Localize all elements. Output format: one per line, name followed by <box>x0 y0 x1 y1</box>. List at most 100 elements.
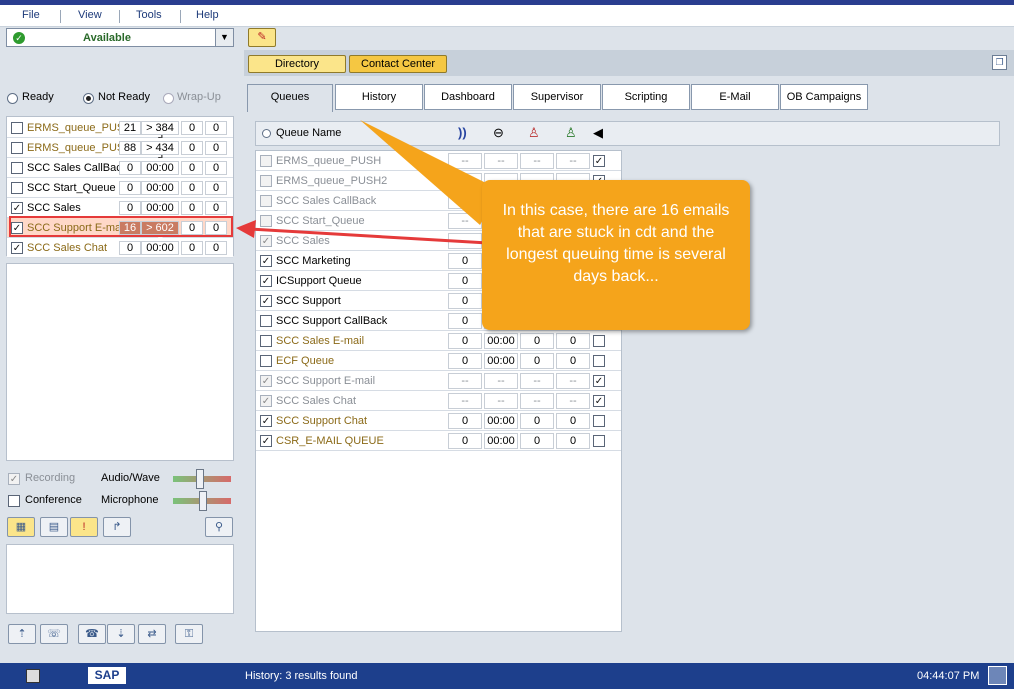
audio-slider-handle[interactable] <box>196 469 204 489</box>
row-checkbox[interactable] <box>11 162 23 174</box>
tab-history[interactable]: History <box>335 84 423 110</box>
queue-metric: 0 <box>448 253 482 269</box>
tab-directory[interactable]: Directory <box>248 55 346 73</box>
menu-help[interactable]: Help <box>196 9 219 21</box>
queue-metric: > 384 d <box>141 121 179 146</box>
row-checkbox[interactable]: ✓ <box>260 255 272 267</box>
queue-metric: 0 <box>181 121 203 135</box>
list-item[interactable]: ERMS_queue_PUSH21> 384 d00 <box>7 118 233 146</box>
not-ready-radio[interactable] <box>83 93 94 104</box>
queue-metric: 00:00 <box>141 241 179 255</box>
microphone-slider-handle[interactable] <box>199 491 207 511</box>
queue-name: ERMS_queue_PUSH <box>27 122 119 134</box>
conference-icon[interactable]: ⇄ <box>138 624 166 644</box>
search-icon[interactable]: ⚲ <box>205 517 233 537</box>
table-row[interactable]: SCC Sales E-mail 0 00:00 0 0 <box>256 331 621 351</box>
pen-icon-button[interactable]: ✎ <box>248 28 276 47</box>
tab-ob-campaigns[interactable]: OB Campaigns <box>780 84 868 110</box>
queue-metric: 00:00 <box>141 181 179 195</box>
window-icon[interactable]: ❐ <box>992 55 1007 70</box>
queue-metric: 0 <box>119 181 141 195</box>
list-item[interactable]: SCC Start_Queue 0 00:00 0 0 <box>7 178 233 198</box>
status-dropdown[interactable]: ✓ Available ▼ <box>6 28 234 47</box>
grid-icon[interactable]: ▦ <box>7 517 35 537</box>
queue-metric: 0 <box>448 333 482 349</box>
row-checkbox[interactable]: ✓ <box>260 415 272 427</box>
status-message: History: 3 results found <box>245 670 358 682</box>
tab-supervisor[interactable]: Supervisor <box>513 84 601 110</box>
table-row[interactable]: ✓ SCC Support E-mail -- -- -- -- ✓ <box>256 371 621 391</box>
phone-icon[interactable]: ☎ <box>78 624 106 644</box>
queue-select-box[interactable]: ✓ <box>593 375 605 387</box>
row-checkbox[interactable]: ✓ <box>260 395 272 407</box>
tab-scripting[interactable]: Scripting <box>602 84 690 110</box>
menu-separator <box>119 10 120 23</box>
list-item[interactable]: SCC Sales CallBack 0 00:00 0 0 <box>7 158 233 178</box>
callout-arrow <box>360 120 500 225</box>
table-row[interactable]: ECF Queue 0 00:00 0 0 <box>256 351 621 371</box>
row-checkbox[interactable] <box>260 335 272 347</box>
row-checkbox[interactable]: ✓ <box>11 202 23 214</box>
queue-name: SCC Support E-mail <box>276 375 376 387</box>
queue-select-box[interactable] <box>593 355 605 367</box>
row-checkbox[interactable]: ✓ <box>11 242 23 254</box>
table-row[interactable]: ✓ SCC Support Chat 0 00:00 0 0 <box>256 411 621 431</box>
row-checkbox[interactable] <box>260 315 272 327</box>
conference-checkbox[interactable] <box>8 495 20 507</box>
queue-metric: -- <box>448 373 482 389</box>
row-checkbox[interactable] <box>260 355 272 367</box>
key-icon[interactable]: ⚿ <box>175 624 203 644</box>
queue-metric: -- <box>448 393 482 409</box>
tab-queues[interactable]: Queues <box>247 84 333 112</box>
list-item[interactable]: ✓ SCC Sales Chat 0 00:00 0 0 <box>7 238 233 258</box>
queue-metric: 0 <box>448 273 482 289</box>
sap-logo: SAP <box>88 667 126 684</box>
queue-metric: -- <box>556 393 590 409</box>
audio-label: Audio/Wave <box>101 472 160 484</box>
tab-contact-center[interactable]: Contact Center <box>349 55 447 73</box>
table-row[interactable]: ✓ SCC Sales Chat -- -- -- -- ✓ <box>256 391 621 411</box>
queue-name: SCC Sales Chat <box>276 395 357 407</box>
wrap-up-radio[interactable] <box>163 93 174 104</box>
queue-select-box[interactable] <box>593 435 605 447</box>
ready-radio[interactable] <box>7 93 18 104</box>
queue-metric: 00:00 <box>141 161 179 175</box>
row-checkbox[interactable]: ✓ <box>260 435 272 447</box>
microphone-label: Microphone <box>101 494 159 506</box>
queue-select-box[interactable] <box>593 335 605 347</box>
row-checkbox[interactable]: ✓ <box>260 275 272 287</box>
queue-name: SCC Sales <box>27 202 81 214</box>
menu-file[interactable]: File <box>22 9 40 21</box>
queue-select-box[interactable]: ✓ <box>593 395 605 407</box>
queue-metric: 0 <box>181 241 203 255</box>
row-checkbox[interactable] <box>11 182 23 194</box>
queue-metric: 0 <box>205 161 227 175</box>
row-checkbox[interactable]: ✓ <box>260 295 272 307</box>
hold-icon[interactable]: ☏ <box>40 624 68 644</box>
queue-metric: 0 <box>119 201 141 215</box>
menu-tools[interactable]: Tools <box>136 9 162 21</box>
list-item[interactable]: ✓ SCC Sales 0 00:00 0 0 <box>7 198 233 218</box>
row-checkbox[interactable] <box>11 122 23 134</box>
hangup-icon[interactable]: ⇣ <box>107 624 135 644</box>
row-checkbox[interactable]: ✓ <box>260 375 272 387</box>
tab-e-mail[interactable]: E-Mail <box>691 84 779 110</box>
menu-view[interactable]: View <box>78 9 102 21</box>
list-item[interactable]: ERMS_queue_PUSH288> 434 d00 <box>7 138 233 166</box>
chevron-down-icon[interactable]: ▼ <box>215 29 233 46</box>
queue-metric: 0 <box>181 141 203 155</box>
highlight-box <box>9 216 233 237</box>
queue-select-box[interactable]: ✓ <box>593 155 605 167</box>
maximize-icon[interactable] <box>988 666 1007 685</box>
tab-dashboard[interactable]: Dashboard <box>424 84 512 110</box>
table-row[interactable]: ✓ CSR_E-MAIL QUEUE 0 00:00 0 0 <box>256 431 621 451</box>
row-checkbox[interactable] <box>11 142 23 154</box>
queue-metric: 0 <box>520 433 554 449</box>
recording-checkbox[interactable]: ✓ <box>8 473 20 485</box>
forward-icon[interactable]: ↱ <box>103 517 131 537</box>
document-icon[interactable]: ▤ <box>40 517 68 537</box>
queue-metric: 00:00 <box>141 201 179 215</box>
queue-select-box[interactable] <box>593 415 605 427</box>
alert-icon[interactable]: ! <box>70 517 98 537</box>
transfer-icon[interactable]: ⇡ <box>8 624 36 644</box>
